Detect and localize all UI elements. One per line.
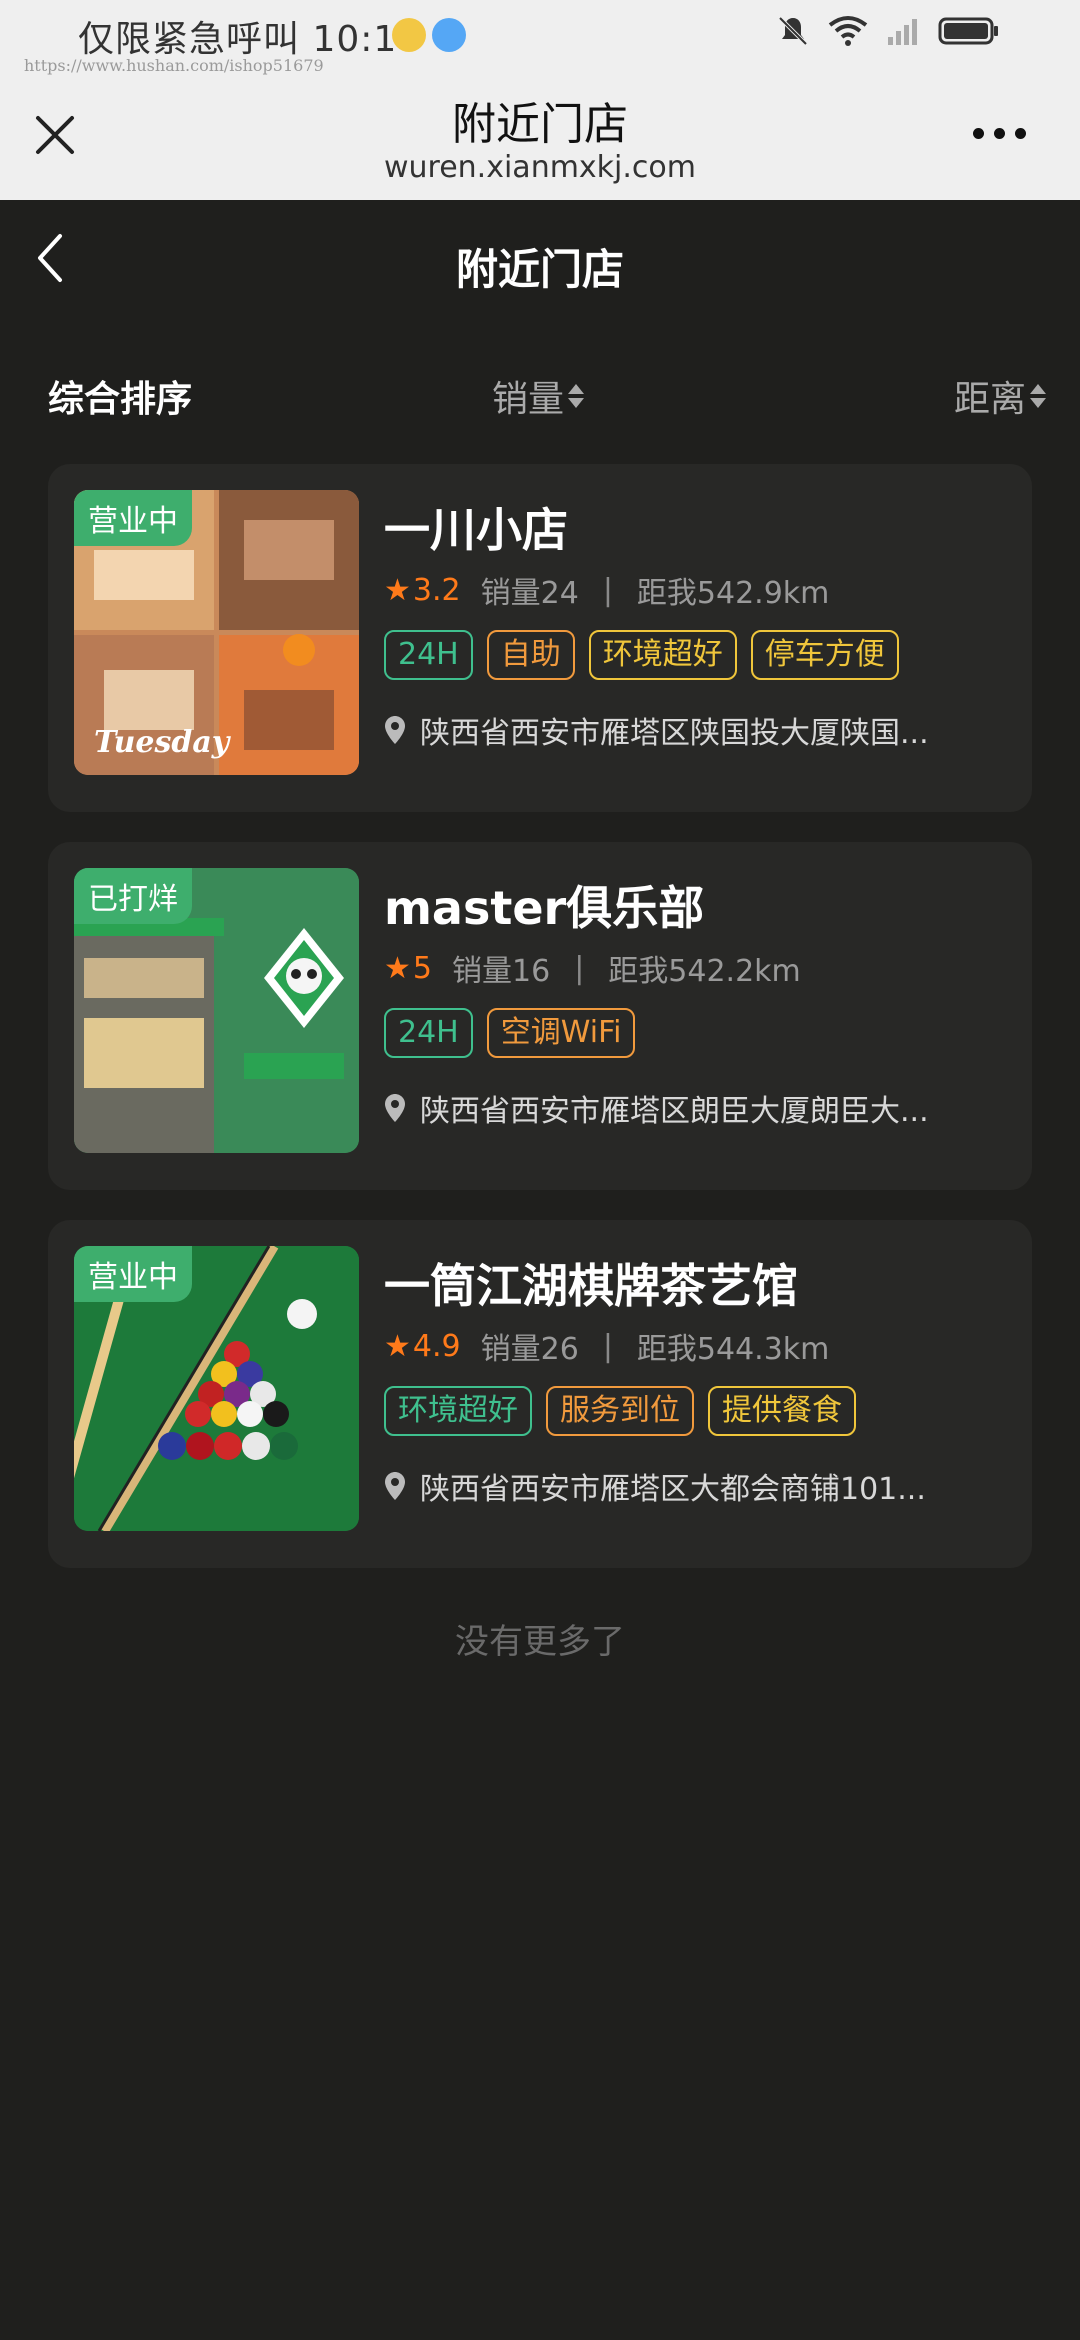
store-rating: 4.9 — [412, 1328, 461, 1364]
weibo-notification-icon — [392, 18, 426, 52]
sort-comprehensive-label: 综合排序 — [48, 379, 193, 420]
star-icon: ★ — [384, 572, 411, 608]
signal-icon — [888, 19, 917, 45]
store-photo: 营业中 — [74, 1246, 359, 1531]
store-distance: 距我544.3km — [636, 1332, 830, 1367]
store-tags: 环境超好 服务到位 提供餐食 — [384, 1386, 856, 1436]
no-more-text: 没有更多了 — [455, 1622, 625, 1662]
store-distance: 距我542.2km — [608, 954, 801, 989]
store-address: 陕西省西安市雁塔区陕国投大厦陕国... — [384, 708, 984, 752]
status-time: 仅限紧急呼叫 10:17 — [78, 19, 422, 60]
store-tag: 24H — [384, 1008, 473, 1058]
status-bar: 仅限紧急呼叫 10:17 https://www.hushan.com/isho… — [0, 0, 1080, 75]
divider: | — [602, 1328, 613, 1364]
store-tag: 空调WiFi — [486, 1008, 636, 1058]
location-pin-icon — [385, 1094, 405, 1122]
browser-url: wuren.xianmxkj.com — [383, 150, 696, 185]
store-card[interactable]: Tuesday 营业中 一川小店 ★ 3.2 销量24 | 距我542.9km … — [48, 464, 1032, 812]
sort-sales-label: 销量 — [492, 379, 565, 420]
sort-arrows-icon — [1030, 384, 1046, 408]
browser-title: 附近门店 — [452, 99, 628, 150]
sort-arrows-icon — [568, 384, 585, 408]
location-pin-icon — [385, 1472, 405, 1500]
location-pin-icon — [385, 716, 405, 744]
status-badge: 已打烊 — [74, 868, 192, 924]
store-sales: 销量16 — [452, 954, 551, 989]
store-address-text: 陕西省西安市雁塔区大都会商铺101... — [420, 1472, 926, 1507]
store-tag: 24H — [384, 630, 473, 680]
store-tags: 24H 空调WiFi — [384, 1008, 636, 1058]
store-name: 一川小店 — [384, 503, 568, 557]
sort-bar: 综合排序 销量 距离 — [0, 360, 1080, 430]
store-rating: 3.2 — [412, 572, 461, 608]
divider: | — [602, 572, 613, 608]
store-tag: 停车方便 — [750, 630, 899, 680]
wifi-icon — [828, 16, 868, 46]
svg-text:Tuesday: Tuesday — [94, 725, 232, 760]
status-badge: 营业中 — [74, 1246, 192, 1302]
store-tag: 提供餐食 — [708, 1386, 856, 1436]
store-tag: 环境超好 — [384, 1386, 532, 1436]
browser-notification-icon — [432, 18, 466, 52]
sort-distance[interactable]: 距离 — [954, 370, 1046, 422]
store-address: 陕西省西安市雁塔区大都会商铺101... — [384, 1464, 984, 1508]
store-card[interactable]: 营业中 一筒江湖棋牌茶艺馆 ★ 4.9 销量26 | 距我544.3km 环境超… — [48, 1220, 1032, 1568]
store-photo: 已打烊 — [74, 868, 359, 1153]
store-tags: 24H 自助 环境超好 停车方便 — [384, 630, 899, 680]
sort-sales[interactable]: 销量 — [492, 370, 585, 422]
divider: | — [574, 950, 585, 986]
store-tag: 自助 — [486, 630, 575, 680]
mute-bell-icon — [778, 16, 808, 46]
star-icon: ★ — [384, 1328, 411, 1364]
store-tag: 环境超好 — [588, 630, 737, 680]
store-card[interactable]: 已打烊 master俱乐部 ★ 5 销量16 | 距我542.2km 24H 空… — [48, 842, 1032, 1190]
store-sales: 销量26 — [480, 1332, 579, 1367]
store-name: master俱乐部 — [384, 881, 705, 935]
store-photo: Tuesday 营业中 — [74, 490, 359, 775]
store-meta: ★ 3.2 销量24 | 距我542.9km — [384, 568, 829, 612]
more-options-icon[interactable] — [973, 128, 1026, 139]
browser-header: 仅限紧急呼叫 10:17 https://www.hushan.com/isho… — [0, 0, 1080, 200]
watermark: https://www.hushan.com/ishop51679 — [24, 56, 324, 75]
store-address-text: 陕西省西安市雁塔区朗臣大厦朗臣大... — [420, 1094, 929, 1129]
page-title: 附近门店 — [455, 245, 624, 294]
status-icons — [776, 14, 1000, 48]
store-meta: ★ 4.9 销量26 | 距我544.3km — [384, 1324, 829, 1368]
store-sales: 销量24 — [480, 576, 579, 611]
store-distance: 距我542.9km — [636, 576, 830, 611]
store-rating: 5 — [412, 950, 432, 986]
store-tag: 服务到位 — [546, 1386, 694, 1436]
store-name: 一筒江湖棋牌茶艺馆 — [384, 1259, 798, 1313]
store-address: 陕西省西安市雁塔区朗臣大厦朗臣大... — [384, 1086, 984, 1130]
store-address-text: 陕西省西安市雁塔区陕国投大厦陕国... — [420, 716, 929, 751]
sort-comprehensive[interactable]: 综合排序 — [48, 370, 192, 422]
status-badge: 营业中 — [74, 490, 192, 546]
sort-distance-label: 距离 — [953, 379, 1026, 420]
battery-icon — [938, 17, 998, 45]
star-icon: ★ — [384, 950, 411, 986]
store-meta: ★ 5 销量16 | 距我542.2km — [384, 946, 801, 990]
